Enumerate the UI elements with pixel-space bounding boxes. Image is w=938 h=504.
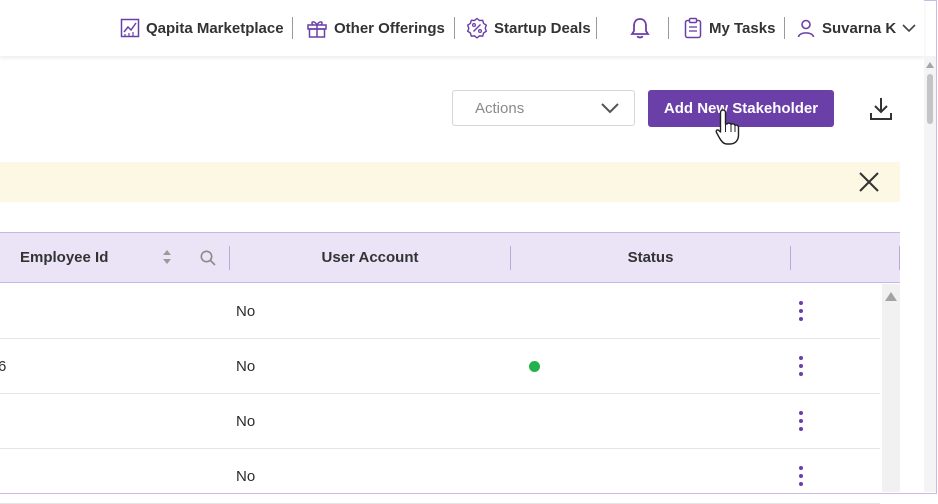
- column-header-status[interactable]: Status: [511, 233, 790, 282]
- table-row[interactable]: No: [0, 394, 880, 449]
- close-icon[interactable]: [858, 171, 880, 193]
- user-icon: [797, 19, 815, 38]
- nav-divider: [668, 17, 669, 39]
- chevron-down-icon: [902, 24, 916, 33]
- nav-deals[interactable]: Startup Deals: [466, 14, 591, 42]
- gift-icon: [307, 21, 327, 38]
- employee-id-cell: 6: [0, 357, 7, 375]
- chevron-down-icon: [601, 103, 619, 114]
- sort-icon[interactable]: [161, 248, 173, 266]
- column-header-label: Status: [627, 249, 674, 266]
- scrollbar-thumb[interactable]: [927, 74, 933, 124]
- download-icon[interactable]: [868, 96, 894, 122]
- user-account-cell: No: [236, 302, 256, 320]
- nav-my-tasks[interactable]: My Tasks: [683, 14, 775, 42]
- nav-marketplace[interactable]: Qapita Marketplace: [120, 14, 284, 42]
- scroll-up-icon[interactable]: [926, 62, 934, 68]
- nav-deals-label: Startup Deals: [494, 19, 591, 37]
- kebab-menu-icon[interactable]: [797, 301, 805, 323]
- bell-icon: [630, 18, 650, 39]
- top-nav: Qapita Marketplace Other Offerings Start…: [0, 0, 924, 56]
- actions-label: Actions: [475, 99, 525, 117]
- table-row[interactable]: 6 No: [0, 339, 880, 394]
- chart-icon: [120, 18, 140, 38]
- page-scrollbar[interactable]: [924, 56, 936, 492]
- kebab-menu-icon[interactable]: [797, 411, 805, 433]
- table-header: Employee Id User Account Status: [0, 232, 900, 283]
- info-banner: [0, 162, 900, 202]
- user-menu[interactable]: Suvarna K: [796, 14, 916, 42]
- nav-divider: [596, 17, 597, 39]
- nav-my-tasks-label: My Tasks: [709, 19, 776, 37]
- status-active-dot: [529, 361, 540, 372]
- percent-badge-icon: [466, 17, 488, 39]
- user-name: Suvarna K: [822, 19, 897, 37]
- search-icon[interactable]: [199, 249, 217, 267]
- user-account-cell: No: [236, 357, 256, 375]
- column-header-employee-id[interactable]: Employee Id: [20, 233, 108, 282]
- nav-marketplace-label: Qapita Marketplace: [146, 19, 284, 37]
- nav-divider: [784, 17, 785, 39]
- notifications-button[interactable]: [629, 14, 651, 42]
- column-divider[interactable]: [790, 246, 791, 270]
- column-divider: [899, 246, 900, 270]
- actions-dropdown[interactable]: Actions: [452, 90, 635, 126]
- user-account-cell: No: [236, 467, 256, 485]
- column-header-label: Employee Id: [20, 249, 109, 266]
- table-row[interactable]: No: [0, 284, 880, 339]
- kebab-menu-icon[interactable]: [797, 356, 805, 378]
- table-scrollbar[interactable]: [882, 284, 900, 492]
- nav-divider: [292, 17, 293, 39]
- hand-cursor-icon: [715, 109, 740, 145]
- clipboard-icon: [684, 17, 702, 39]
- kebab-menu-icon[interactable]: [797, 466, 805, 488]
- column-header-user-account[interactable]: User Account: [230, 233, 510, 282]
- nav-divider: [454, 17, 455, 39]
- column-header-label: User Account: [321, 249, 419, 266]
- table-row[interactable]: No: [0, 449, 880, 504]
- nav-offerings[interactable]: Other Offerings: [306, 14, 445, 42]
- scroll-up-icon[interactable]: [885, 292, 897, 301]
- nav-offerings-label: Other Offerings: [334, 19, 445, 37]
- user-account-cell: No: [236, 412, 256, 430]
